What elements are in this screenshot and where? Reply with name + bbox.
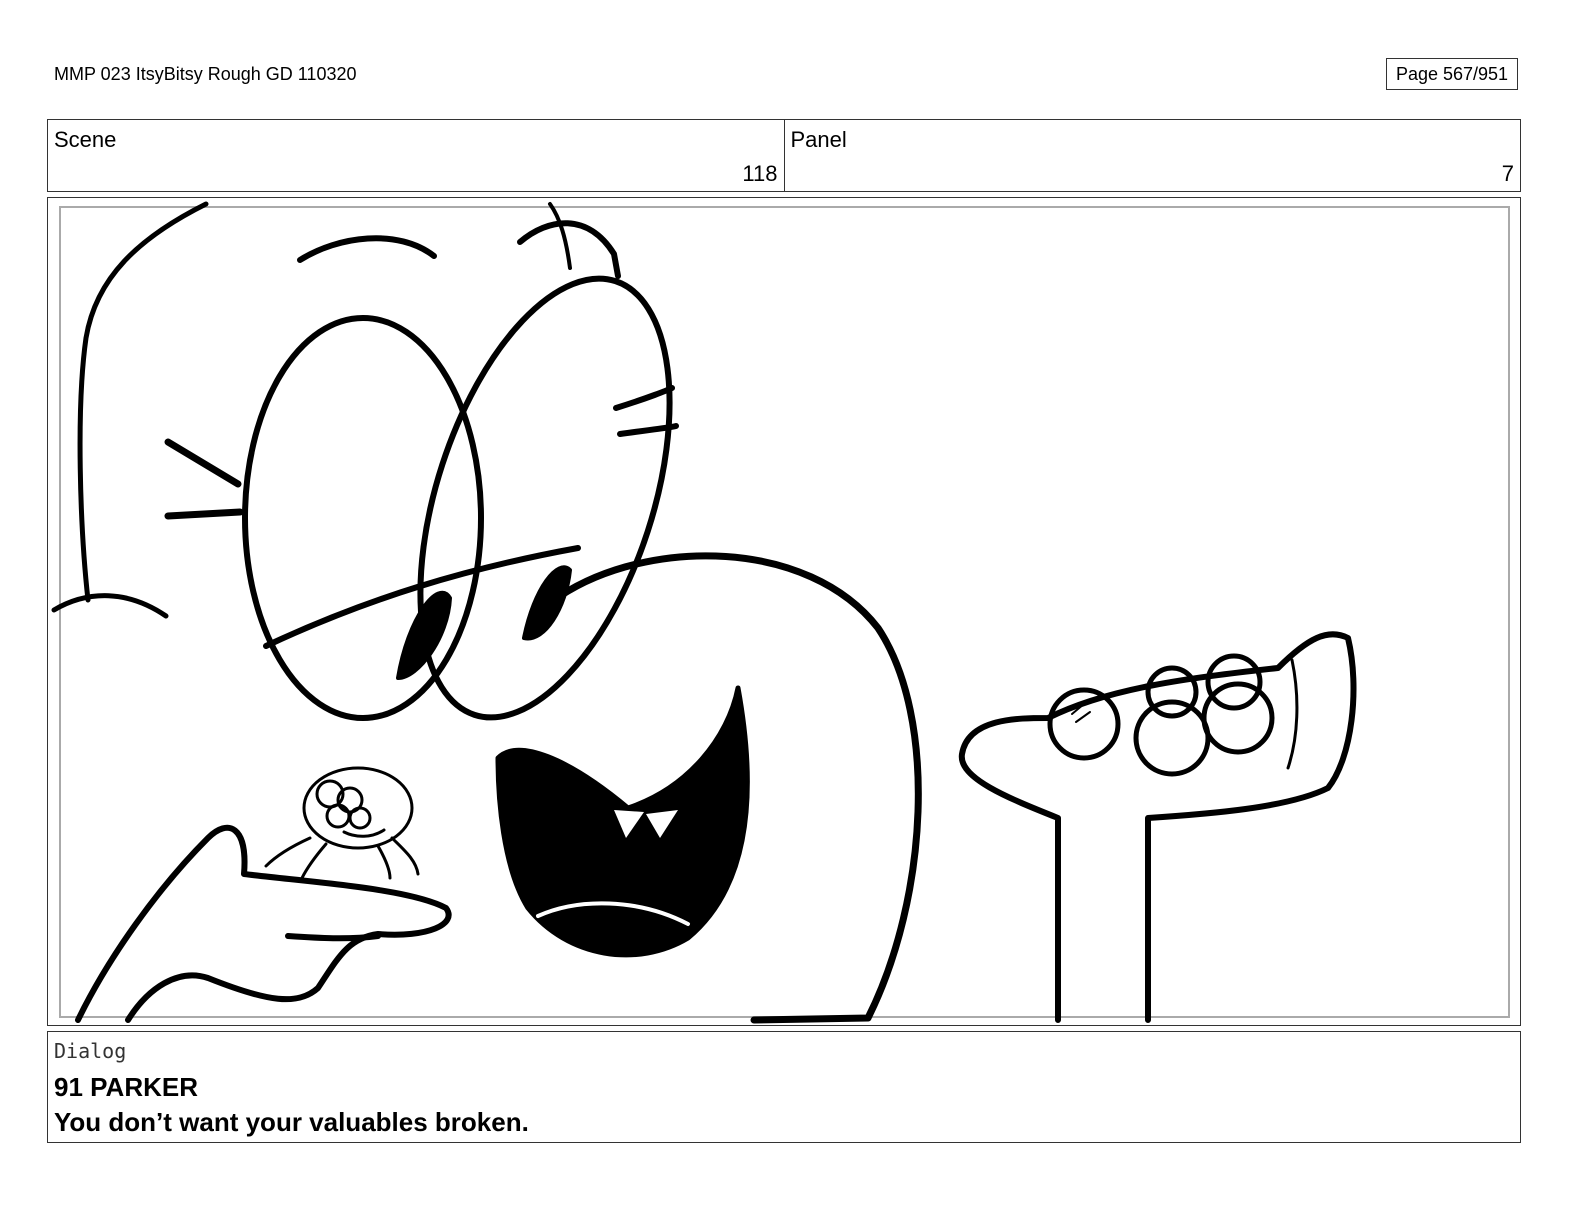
right-hand	[958, 631, 1357, 1023]
head-outline	[77, 201, 209, 603]
right-eye	[417, 275, 673, 721]
storyboard-frame	[47, 197, 1521, 1026]
storyboard-sketch	[51, 201, 1357, 1024]
scene-label: Scene	[54, 127, 117, 152]
left-hand	[75, 824, 452, 1023]
eyelash-right-1	[613, 385, 675, 411]
finger-line	[285, 933, 381, 942]
dialog-line: You don’t want your valuables broken.	[54, 1107, 529, 1137]
scene-cell: Scene 118	[48, 120, 784, 191]
panel-label: Panel	[790, 127, 847, 152]
left-eye	[242, 315, 484, 721]
panel-number: 7	[1501, 161, 1514, 186]
right-pupil	[522, 565, 572, 641]
page-indicator: Page 567/951	[1386, 58, 1518, 90]
panel-cell: Panel 7	[783, 120, 1521, 191]
dialog-label: Dialog	[54, 1039, 127, 1063]
cheek-line	[51, 593, 169, 619]
eyelash-left-2	[164, 508, 244, 520]
hand-stroke	[1286, 658, 1299, 770]
document-title: MMP 023 ItsyBitsy Rough GD 110320	[54, 64, 357, 84]
dialog-section: Dialog 91 PARKER You don’t want your val…	[47, 1031, 1521, 1143]
left-eyebrow	[297, 235, 437, 263]
spider-on-hand	[264, 766, 420, 880]
dialog-speaker: 91 PARKER	[54, 1072, 199, 1102]
eyelash-left-1	[164, 438, 242, 488]
brow-stroke	[548, 202, 572, 270]
scene-number: 118	[742, 161, 778, 186]
scene-panel-row: Scene 118 Panel 7	[47, 119, 1521, 192]
